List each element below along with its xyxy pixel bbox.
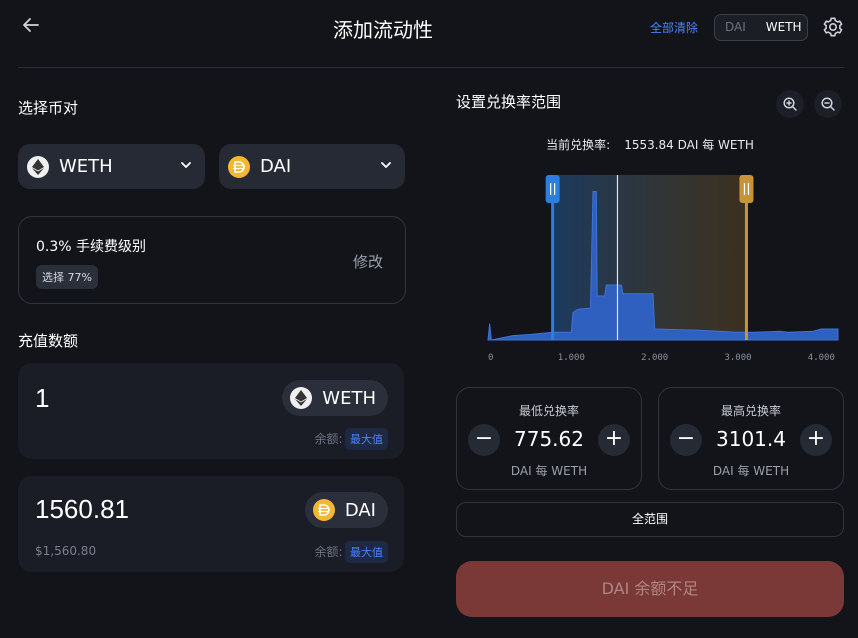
deposit-a-panel: WETH 余额: 0 最大值 xyxy=(18,363,404,459)
max-price-increment-button[interactable]: + xyxy=(800,424,832,456)
max-button[interactable]: 最大值 xyxy=(345,541,388,563)
min-price-label: 最低兑换率 xyxy=(518,404,579,418)
min-price-increment-button[interactable]: + xyxy=(598,424,630,456)
min-price-handle xyxy=(545,175,560,203)
max-price-value[interactable]: 3101.4 xyxy=(699,427,803,451)
liquidity-chart: 0 1,000 2,000 3,000 4,000 xyxy=(487,175,839,360)
token-a-symbol: WETH xyxy=(59,156,113,177)
x-tick-label: 4,000 xyxy=(808,353,835,360)
max-price-panel: 最高兑换率 − 3101.4 + DAI 每 WETH xyxy=(658,387,844,490)
min-price-panel: 最低兑换率 − 775.62 + DAI 每 WETH xyxy=(456,387,642,490)
deposit-a-symbol: WETH xyxy=(322,387,376,409)
toggle-option-dai[interactable]: DAI xyxy=(715,15,756,40)
fee-tier-badge: 选择 77% xyxy=(36,265,98,289)
quote-token-toggle: DAI WETH xyxy=(714,14,808,41)
token-b-symbol: DAI xyxy=(260,156,292,177)
min-price-value[interactable]: 775.62 xyxy=(497,427,601,451)
submit-button[interactable]: DAI 余额不足 xyxy=(456,561,844,617)
gear-icon[interactable] xyxy=(822,16,844,38)
deposit-a-token: WETH xyxy=(282,380,388,416)
header: 添加流动性 全部清除 DAI WETH xyxy=(0,0,858,56)
deposit-b-input[interactable] xyxy=(35,494,235,525)
x-tick-label: 2,000 xyxy=(641,353,668,360)
max-price-decrement-button[interactable]: − xyxy=(670,424,702,456)
eth-icon xyxy=(290,387,313,409)
max-price-label: 最高兑换率 xyxy=(720,404,781,418)
toggle-option-weth[interactable]: WETH xyxy=(756,15,812,40)
eth-icon xyxy=(27,155,49,178)
select-pair-label: 选择币对 xyxy=(18,99,79,117)
deposit-amount-label: 充值数额 xyxy=(18,332,79,350)
current-price-unit: DAI 每 WETH xyxy=(677,138,754,152)
max-price-unit: DAI 每 WETH xyxy=(712,464,790,478)
header-divider xyxy=(18,67,844,68)
zoom-out-icon[interactable] xyxy=(814,90,842,118)
chevron-down-icon xyxy=(181,162,191,168)
chevron-down-icon xyxy=(381,162,391,168)
deposit-a-input[interactable] xyxy=(35,383,235,414)
balance-label: 余额: xyxy=(314,545,343,559)
clear-all-button[interactable]: 全部清除 xyxy=(650,19,698,36)
token-b-selector[interactable]: DAI xyxy=(219,144,405,189)
balance-label: 余额: xyxy=(314,432,343,446)
deposit-b-symbol: DAI xyxy=(344,499,376,521)
dai-icon xyxy=(228,155,250,178)
max-button[interactable]: 最大值 xyxy=(345,428,388,450)
full-range-button[interactable]: 全范围 xyxy=(456,502,844,537)
deposit-b-panel: $1,560.80 DAI 余额: 0 最大值 xyxy=(18,476,404,572)
deposit-b-usd: $1,560.80 xyxy=(35,544,97,558)
current-price-value: 1553.84 xyxy=(624,138,674,152)
x-tick-label: 3,000 xyxy=(724,353,751,360)
edit-fee-button[interactable]: 修改 xyxy=(353,251,383,272)
deposit-b-token: DAI xyxy=(304,492,388,528)
min-price-unit: DAI 每 WETH xyxy=(510,464,588,478)
x-tick-label: 1,000 xyxy=(558,353,585,360)
token-a-selector[interactable]: WETH xyxy=(18,144,205,189)
fee-tier-title: 0.3% 手续费级别 xyxy=(36,239,147,255)
zoom-in-icon[interactable] xyxy=(776,90,804,118)
price-range-label: 设置兑换率范围 xyxy=(456,93,562,111)
min-price-decrement-button[interactable]: − xyxy=(468,424,500,456)
dai-icon xyxy=(312,499,335,521)
max-price-handle xyxy=(739,175,754,203)
current-price-label: 当前兑换率: xyxy=(546,138,611,152)
fee-tier-panel: 0.3% 手续费级别 选择 77% 修改 xyxy=(18,216,406,304)
x-tick-label: 0 xyxy=(488,353,493,360)
current-price: 当前兑换率: 1553.84 DAI 每 WETH xyxy=(456,136,844,153)
